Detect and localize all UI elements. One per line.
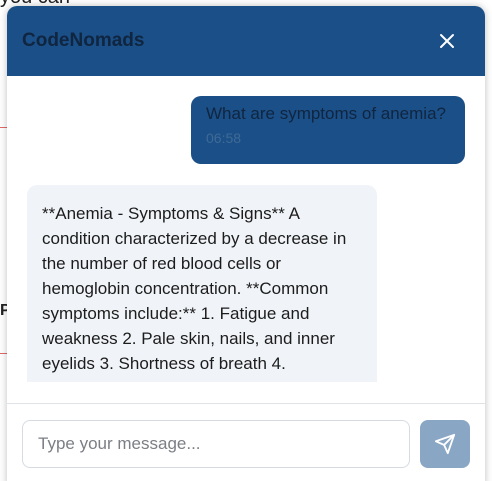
message-list[interactable]: What are symptoms of anemia? 06:58 **Ane… <box>7 76 485 382</box>
user-message: What are symptoms of anemia? 06:58 <box>191 96 465 164</box>
message-input[interactable] <box>22 420 410 468</box>
message-timestamp: 06:58 <box>206 130 242 146</box>
bot-message: **Anemia - Symptoms & Signs** A conditio… <box>27 185 377 382</box>
send-button[interactable] <box>420 420 470 468</box>
bot-message-text: **Anemia - Symptoms & Signs** A conditio… <box>42 204 347 382</box>
close-icon[interactable] <box>437 31 457 51</box>
send-icon <box>434 433 456 455</box>
user-message-text: What are symptoms of anemia? <box>206 104 446 123</box>
chat-title: CodeNomads <box>22 30 145 51</box>
input-bar <box>7 403 485 481</box>
chat-header: CodeNomads <box>7 6 485 76</box>
chat-window: CodeNomads What are symptoms of anemia? … <box>7 6 485 481</box>
